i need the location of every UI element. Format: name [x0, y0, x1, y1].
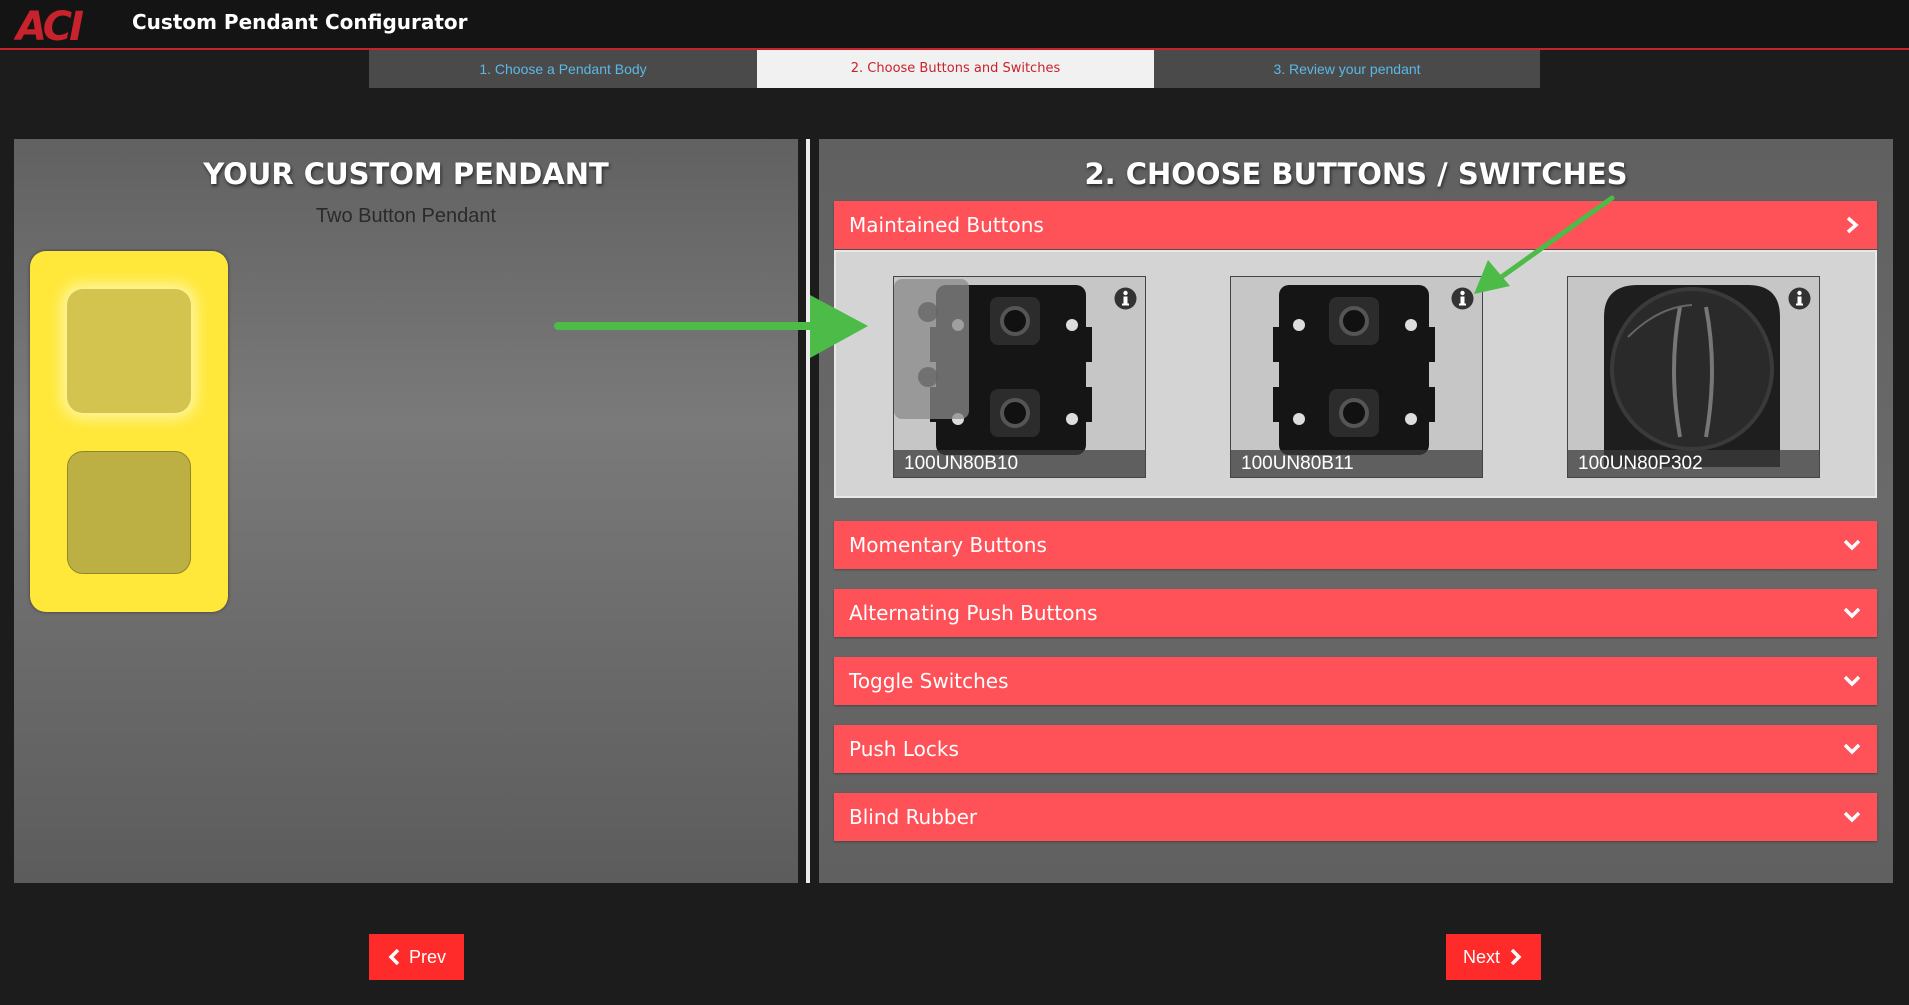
button-slot-1[interactable]	[67, 289, 191, 413]
pendant-body	[30, 251, 228, 612]
tab-step-2[interactable]: 2. Choose Buttons and Switches	[757, 50, 1154, 88]
chevron-right-icon	[1846, 216, 1859, 234]
button-slot-2[interactable]	[67, 451, 191, 574]
chevron-down-icon	[1843, 607, 1861, 619]
category-maintained-buttons[interactable]: Maintained Buttons	[834, 201, 1877, 249]
category-label: Maintained Buttons	[849, 213, 1044, 237]
category-label: Toggle Switches	[849, 669, 1009, 693]
category-alternating-push-buttons[interactable]: Alternating Push Buttons	[834, 589, 1877, 637]
next-label: Next	[1463, 947, 1501, 967]
button-chooser-panel: 2. CHOOSE BUTTONS / SWITCHES Maintained …	[819, 139, 1893, 883]
aci-logo[interactable]: ACI	[14, 2, 100, 46]
pendant-name: Two Button Pendant	[315, 205, 497, 227]
product-card-100UN80B10[interactable]: 100UN80B10	[893, 276, 1146, 478]
category-label: Blind Rubber	[849, 805, 978, 829]
tab-step-1[interactable]: 1. Choose a Pendant Body	[369, 50, 757, 88]
product-code: 100UN80P302	[1568, 450, 1819, 477]
product-card-100UN80P302[interactable]: 100UN80P302	[1567, 276, 1820, 478]
category-label: Alternating Push Buttons	[849, 601, 1098, 625]
product-code: 100UN80B10	[894, 450, 1145, 477]
category-push-locks[interactable]: Push Locks	[834, 725, 1877, 773]
info-icon[interactable]	[1451, 287, 1474, 310]
product-image	[1568, 277, 1819, 477]
app-title: Custom Pendant Configurator	[132, 10, 468, 34]
prev-label: Prev	[409, 947, 447, 967]
chevron-right-icon	[1510, 949, 1522, 965]
category-label: Push Locks	[849, 737, 959, 761]
chooser-heading: 2. CHOOSE BUTTONS / SWITCHES	[1084, 157, 1628, 191]
chevron-down-icon	[1843, 675, 1861, 687]
maintained-buttons-list: 100UN80B10 100UN80B11 100UN80P302	[834, 250, 1877, 498]
tab-step-3[interactable]: 3. Review your pendant	[1154, 50, 1540, 88]
product-image	[1231, 277, 1482, 477]
panel-divider	[806, 139, 810, 883]
info-icon[interactable]	[1114, 287, 1137, 310]
chevron-down-icon	[1843, 811, 1861, 823]
category-momentary-buttons[interactable]: Momentary Buttons	[834, 521, 1877, 569]
product-code: 100UN80B11	[1231, 450, 1482, 477]
chevron-left-icon	[388, 949, 400, 965]
step-tabs: 1. Choose a Pendant Body 2. Choose Butto…	[369, 50, 1540, 88]
chevron-down-icon	[1843, 539, 1861, 551]
info-icon[interactable]	[1788, 287, 1811, 310]
category-label: Momentary Buttons	[849, 533, 1047, 557]
chevron-down-icon	[1843, 743, 1861, 755]
category-blind-rubber[interactable]: Blind Rubber	[834, 793, 1877, 841]
preview-heading: YOUR CUSTOM PENDANT	[203, 157, 609, 191]
category-toggle-switches[interactable]: Toggle Switches	[834, 657, 1877, 705]
product-image	[894, 277, 1145, 477]
top-bar: ACI Custom Pendant Configurator	[0, 0, 1909, 50]
product-card-100UN80B11[interactable]: 100UN80B11	[1230, 276, 1483, 478]
logo-text: ACI	[14, 4, 84, 46]
next-button[interactable]: Next	[1446, 934, 1541, 980]
prev-button[interactable]: Prev	[369, 934, 464, 980]
pendant-preview-panel: YOUR CUSTOM PENDANT Two Button Pendant	[14, 139, 798, 883]
